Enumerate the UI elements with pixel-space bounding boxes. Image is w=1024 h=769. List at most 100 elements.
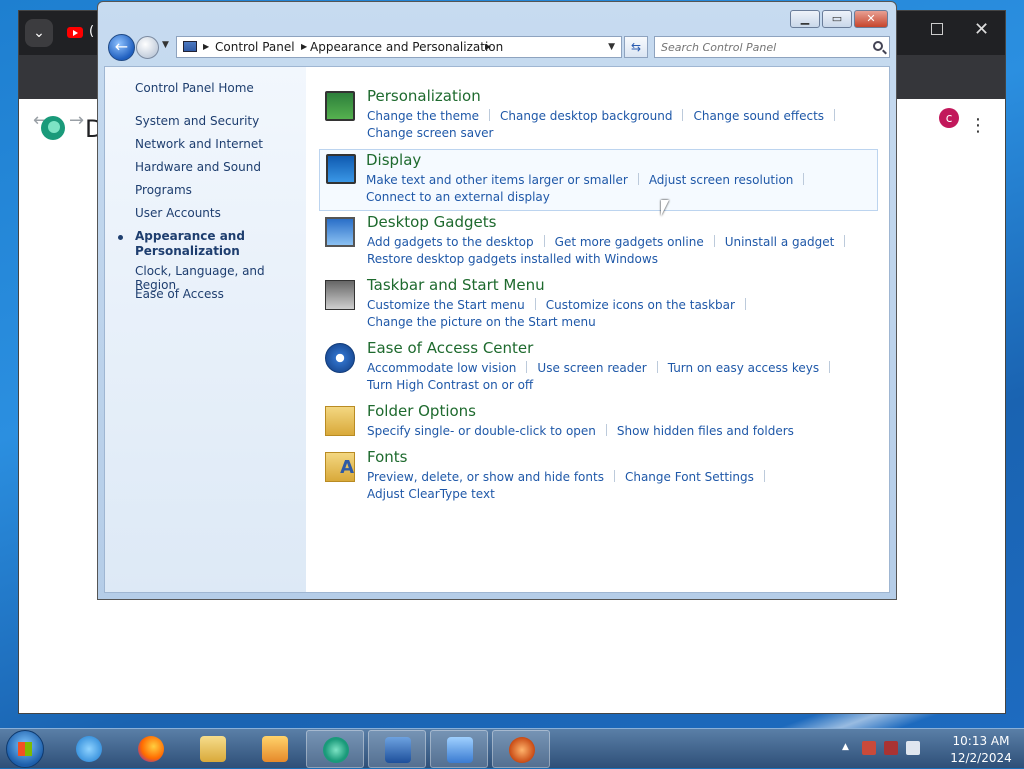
breadcrumb-arrow-icon[interactable]: ▶ xyxy=(203,37,209,57)
clock-date[interactable]: 12/2/2024 xyxy=(946,751,1016,765)
link-change-theme[interactable]: Change the theme xyxy=(367,109,479,123)
taskbar-media-player[interactable] xyxy=(246,730,304,768)
personalization-icon[interactable] xyxy=(325,91,355,121)
link-separator xyxy=(489,109,491,121)
link-customize-taskbar-icons[interactable]: Customize icons on the taskbar xyxy=(546,298,735,312)
close-button[interactable]: ✕ xyxy=(854,10,888,28)
content-area: Control Panel Home System and Security N… xyxy=(104,66,890,593)
taskbar-icon[interactable] xyxy=(325,280,355,310)
sidebar-item-programs[interactable]: Programs xyxy=(135,183,192,197)
category-title[interactable]: Desktop Gadgets xyxy=(367,213,496,231)
side-panel-icon[interactable] xyxy=(905,112,919,126)
link-change-screen-saver[interactable]: Change screen saver xyxy=(367,126,494,140)
forward-button[interactable] xyxy=(136,36,159,59)
taskbar-firefox[interactable] xyxy=(122,730,180,768)
category-ease-of-access-center: Ease of Access Center Accommodate low vi… xyxy=(321,339,880,401)
category-title[interactable]: Display xyxy=(366,151,421,169)
link-separator xyxy=(834,109,836,121)
taskbar-app[interactable] xyxy=(492,730,550,768)
maximize-button[interactable]: ▭ xyxy=(822,10,852,28)
link-get-more-gadgets[interactable]: Get more gadgets online xyxy=(555,235,704,249)
browser-maximize-button[interactable] xyxy=(931,23,943,35)
display-icon[interactable] xyxy=(326,154,356,184)
link-adjust-cleartype[interactable]: Adjust ClearType text xyxy=(367,487,495,501)
start-button[interactable] xyxy=(6,730,44,768)
sidebar-item-system-security[interactable]: System and Security xyxy=(135,114,259,128)
category-taskbar-start-menu: Taskbar and Start Menu Customize the Sta… xyxy=(321,276,880,338)
sidebar-item-appearance[interactable]: Appearance and Personalization xyxy=(135,229,255,259)
taskbar-control-panel[interactable] xyxy=(430,730,488,768)
show-hidden-icons-icon[interactable]: ▲ xyxy=(842,742,849,752)
search-box[interactable] xyxy=(654,36,890,58)
link-change-desktop-background[interactable]: Change desktop background xyxy=(500,109,672,123)
taskbar-virtualbox[interactable] xyxy=(368,730,426,768)
link-uninstall-gadget[interactable]: Uninstall a gadget xyxy=(725,235,835,249)
breadcrumb-arrow-icon[interactable]: ▶ xyxy=(485,37,491,57)
category-title[interactable]: Fonts xyxy=(367,448,407,466)
search-icon[interactable] xyxy=(873,41,883,51)
link-restore-gadgets[interactable]: Restore desktop gadgets installed with W… xyxy=(367,252,658,266)
browser-close-button[interactable]: ✕ xyxy=(974,19,989,40)
search-input[interactable] xyxy=(659,39,859,55)
folder-options-icon[interactable] xyxy=(325,406,355,436)
link-change-start-picture[interactable]: Change the picture on the Start menu xyxy=(367,315,596,329)
back-button[interactable]: ← xyxy=(108,34,135,61)
breadcrumb-arrow-icon[interactable]: ▶ xyxy=(301,37,307,57)
address-dropdown-icon[interactable]: ▼ xyxy=(608,37,615,57)
category-title[interactable]: Folder Options xyxy=(367,402,476,420)
link-adjust-screen-resolution[interactable]: Adjust screen resolution xyxy=(649,173,794,187)
breadcrumb-control-panel[interactable]: Control Panel xyxy=(215,37,295,57)
link-change-sound-effects[interactable]: Change sound effects xyxy=(693,109,824,123)
link-easy-access-keys[interactable]: Turn on easy access keys xyxy=(668,361,819,375)
link-separator xyxy=(605,424,607,436)
sidebar-item-ease-of-access[interactable]: Ease of Access xyxy=(135,287,224,301)
tab-search-button[interactable]: ⌄ xyxy=(25,19,53,47)
link-add-gadgets[interactable]: Add gadgets to the desktop xyxy=(367,235,534,249)
link-high-contrast[interactable]: Turn High Contrast on or off xyxy=(367,378,533,392)
control-panel-icon xyxy=(447,737,473,763)
gadgets-icon[interactable] xyxy=(325,217,355,247)
link-connect-external-display[interactable]: Connect to an external display xyxy=(366,190,550,204)
profile-avatar[interactable]: c xyxy=(939,108,959,128)
ease-of-access-icon[interactable] xyxy=(325,343,355,373)
taskbar-internet-explorer[interactable] xyxy=(60,730,118,768)
fonts-icon[interactable]: A xyxy=(325,452,355,482)
category-title[interactable]: Personalization xyxy=(367,87,481,105)
control-panel-home-link[interactable]: Control Panel Home xyxy=(135,81,254,95)
link-use-screen-reader[interactable]: Use screen reader xyxy=(537,361,646,375)
app-logo-icon xyxy=(323,737,349,763)
breadcrumb-appearance[interactable]: Appearance and Personalization xyxy=(310,37,503,57)
sidebar-item-hardware[interactable]: Hardware and Sound xyxy=(135,160,261,174)
link-accommodate-low-vision[interactable]: Accommodate low vision xyxy=(367,361,516,375)
volume-muted-icon[interactable] xyxy=(884,741,898,755)
browser-forward-button[interactable]: → xyxy=(69,110,84,131)
link-separator xyxy=(543,235,545,247)
link-show-hidden-files[interactable]: Show hidden files and folders xyxy=(617,424,794,438)
link-change-font-settings[interactable]: Change Font Settings xyxy=(625,470,754,484)
maximize-icon: ▭ xyxy=(831,12,843,25)
sidebar-item-network[interactable]: Network and Internet xyxy=(135,137,263,151)
browser-tab-title[interactable]: ( xyxy=(89,24,94,39)
taskbar: ▲ 10:13 AM 12/2/2024 xyxy=(0,728,1024,768)
flag-icon[interactable] xyxy=(906,741,920,755)
taskbar-explorer[interactable] xyxy=(184,730,242,768)
link-separator xyxy=(829,361,831,373)
page-logo-icon xyxy=(41,116,65,140)
minimize-button[interactable]: ▁ xyxy=(790,10,820,28)
category-title[interactable]: Taskbar and Start Menu xyxy=(367,276,545,294)
page-menu-icon[interactable]: ⋮ xyxy=(969,115,987,136)
link-customize-start-menu[interactable]: Customize the Start menu xyxy=(367,298,525,312)
address-bar[interactable]: ▶ Control Panel ▶ Appearance and Persona… xyxy=(176,36,622,58)
refresh-button[interactable]: ⇆ xyxy=(624,36,648,58)
link-preview-fonts[interactable]: Preview, delete, or show and hide fonts xyxy=(367,470,604,484)
link-single-double-click[interactable]: Specify single- or double-click to open xyxy=(367,424,596,438)
taskbar-app-active[interactable] xyxy=(306,730,364,768)
link-make-text-larger[interactable]: Make text and other items larger or smal… xyxy=(366,173,628,187)
recent-pages-dropdown[interactable]: ▼ xyxy=(162,40,172,50)
clock-time[interactable]: 10:13 AM xyxy=(946,734,1016,748)
category-title[interactable]: Ease of Access Center xyxy=(367,339,533,357)
firefox-icon xyxy=(138,736,164,762)
link-separator xyxy=(534,298,536,310)
sidebar-item-user-accounts[interactable]: User Accounts xyxy=(135,206,221,220)
action-center-icon[interactable] xyxy=(862,741,876,755)
